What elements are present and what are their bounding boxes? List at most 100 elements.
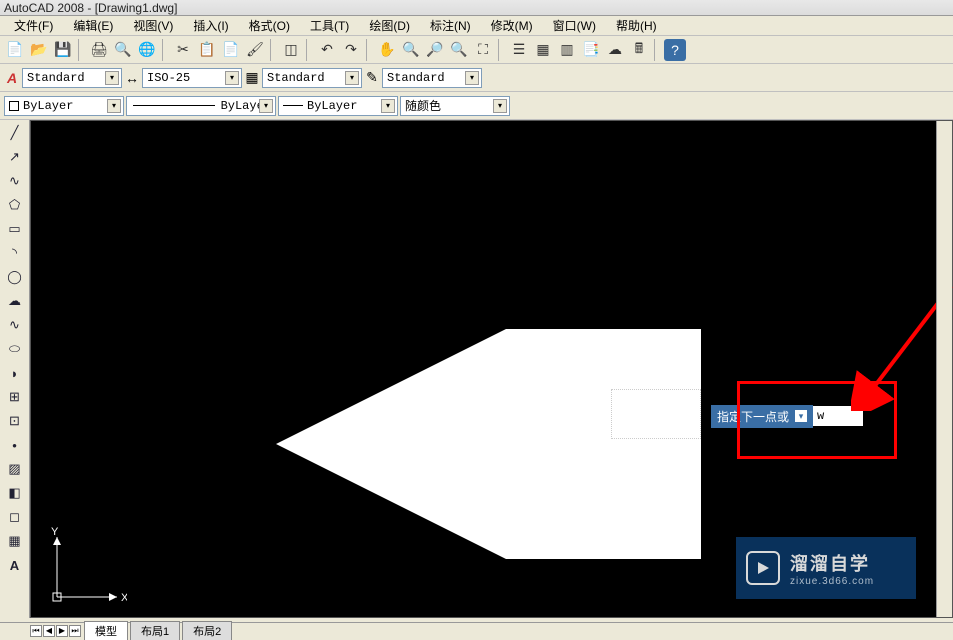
polygon-button[interactable]: ⬠	[4, 194, 26, 216]
tool-palette-button[interactable]: ▥	[556, 39, 578, 61]
separator	[162, 39, 168, 61]
sheet-set-button[interactable]: 📑	[580, 39, 602, 61]
open-button[interactable]: 📂	[28, 39, 50, 61]
preview-button[interactable]: 🔍	[112, 39, 134, 61]
insert-block-button[interactable]: ⊞	[4, 386, 26, 408]
region-button[interactable]: ◻	[4, 506, 26, 528]
separator	[78, 39, 84, 61]
properties-button[interactable]: ☰	[508, 39, 530, 61]
dim-style-value: ISO-25	[147, 71, 190, 85]
down-arrow-icon: ▾	[795, 410, 807, 422]
standard-toolbar: 📄 📂 💾 🖨 🔍 🌐 ✂ 📋 📄 🖌 ◫ ↶ ↷ ✋ 🔍 🔎 🔍 ⛶ ☰ ▦ …	[0, 36, 953, 64]
hatch-button[interactable]: ▨	[4, 458, 26, 480]
xline-button[interactable]: ↗	[4, 146, 26, 168]
mleader-style-combo[interactable]: Standard ▾	[382, 68, 482, 88]
zoom-window-button[interactable]: 🔎	[424, 39, 446, 61]
spline-button[interactable]: ∿	[4, 314, 26, 336]
table-button[interactable]: ▦	[4, 530, 26, 552]
watermark: 溜溜自学 zixue.3d66.com	[736, 537, 916, 599]
chevron-down-icon: ▾	[381, 99, 395, 113]
draw-toolbar: ╱ ↗ ∿ ⬠ ▭ ◝ ◯ ☁ ∿ ⬭ ◗ ⊞ ⊡ • ▨ ◧ ◻ ▦ A	[0, 120, 30, 618]
styles-toolbar: A Standard ▾ ↔ ISO-25 ▾ ▦ Standard ▾ ✎ S…	[0, 64, 953, 92]
ellipse-button[interactable]: ⬭	[4, 338, 26, 360]
menu-dim[interactable]: 标注(N)	[420, 16, 481, 35]
vertical-scrollbar[interactable]	[936, 121, 952, 617]
tab-first-button[interactable]: ⏮	[30, 625, 42, 637]
color-swatch-icon	[9, 101, 19, 111]
separator	[306, 39, 312, 61]
menu-format[interactable]: 格式(O)	[239, 16, 300, 35]
chevron-down-icon: ▾	[259, 99, 273, 113]
menu-modify[interactable]: 修改(M)	[481, 16, 543, 35]
dynamic-input-field[interactable]	[813, 406, 863, 426]
dynamic-input: 指定下一点或 ▾	[711, 406, 863, 426]
chevron-down-icon: ▾	[345, 71, 359, 85]
menu-view[interactable]: 视图(V)	[123, 16, 183, 35]
tab-prev-button[interactable]: ◀	[43, 625, 55, 637]
new-button[interactable]: 📄	[4, 39, 26, 61]
workspace: ╱ ↗ ∿ ⬠ ▭ ◝ ◯ ☁ ∿ ⬭ ◗ ⊞ ⊡ • ▨ ◧ ◻ ▦ A 指定…	[0, 120, 953, 618]
text-style-combo[interactable]: Standard ▾	[22, 68, 122, 88]
menu-draw[interactable]: 绘图(D)	[359, 16, 420, 35]
undo-button[interactable]: ↶	[316, 39, 338, 61]
pline-button[interactable]: ∿	[4, 170, 26, 192]
print-button[interactable]: 🖨	[88, 39, 110, 61]
dim-style-combo[interactable]: ISO-25 ▾	[142, 68, 242, 88]
rectangle-button[interactable]: ▭	[4, 218, 26, 240]
menu-help[interactable]: 帮助(H)	[606, 16, 667, 35]
tab-layout1[interactable]: 布局1	[130, 621, 180, 640]
chevron-down-icon: ▾	[465, 71, 479, 85]
table-style-icon: ▦	[244, 70, 260, 86]
menu-insert[interactable]: 插入(I)	[183, 16, 238, 35]
circle-button[interactable]: ◯	[4, 266, 26, 288]
gradient-button[interactable]: ◧	[4, 482, 26, 504]
menu-window[interactable]: 窗口(W)	[543, 16, 606, 35]
menu-file[interactable]: 文件(F)	[4, 16, 63, 35]
watermark-url: zixue.3d66.com	[790, 576, 874, 587]
lineweight-value: ByLayer	[307, 99, 357, 113]
menu-bar: 文件(F) 编辑(E) 视图(V) 插入(I) 格式(O) 工具(T) 绘图(D…	[0, 16, 953, 36]
tab-next-button[interactable]: ▶	[56, 625, 68, 637]
arc-button[interactable]: ◝	[4, 242, 26, 264]
ellipse-arc-button[interactable]: ◗	[4, 362, 26, 384]
block-button[interactable]: ◫	[280, 39, 302, 61]
plot-style-combo[interactable]: 随颜色 ▾	[400, 96, 510, 116]
drawing-area[interactable]: 指定下一点或 ▾ X Y	[30, 120, 953, 618]
dynamic-prompt-label: 指定下一点或 ▾	[711, 405, 813, 428]
calc-button[interactable]: 🖩	[628, 39, 650, 61]
color-combo[interactable]: ByLayer ▾	[4, 96, 124, 116]
cut-button[interactable]: ✂	[172, 39, 194, 61]
help-button[interactable]: ?	[664, 39, 686, 61]
lineweight-combo[interactable]: ByLayer ▾	[278, 96, 398, 116]
mleader-style-icon: ✎	[364, 70, 380, 86]
tab-last-button[interactable]: ⏭	[69, 625, 81, 637]
paste-button[interactable]: 📄	[220, 39, 242, 61]
linetype-combo[interactable]: ByLayer ▾	[126, 96, 276, 116]
menu-tools[interactable]: 工具(T)	[300, 16, 359, 35]
mtext-button[interactable]: A	[4, 554, 26, 576]
zoom-ext-button[interactable]: ⛶	[472, 39, 494, 61]
dc-button[interactable]: ▦	[532, 39, 554, 61]
publish-button[interactable]: 🌐	[136, 39, 158, 61]
redo-button[interactable]: ↷	[340, 39, 362, 61]
make-block-button[interactable]: ⊡	[4, 410, 26, 432]
separator	[366, 39, 372, 61]
zoom-rt-button[interactable]: 🔍	[400, 39, 422, 61]
dynamic-prompt-text: 指定下一点或	[717, 408, 789, 425]
menu-edit[interactable]: 编辑(E)	[63, 16, 123, 35]
text-style-icon: A	[4, 70, 20, 86]
tab-layout2[interactable]: 布局2	[182, 621, 232, 640]
copy-button[interactable]: 📋	[196, 39, 218, 61]
point-button[interactable]: •	[4, 434, 26, 456]
line-button[interactable]: ╱	[4, 122, 26, 144]
markup-button[interactable]: ☁	[604, 39, 626, 61]
chevron-down-icon: ▾	[107, 99, 121, 113]
zoom-prev-button[interactable]: 🔍	[448, 39, 470, 61]
separator	[270, 39, 276, 61]
table-style-combo[interactable]: Standard ▾	[262, 68, 362, 88]
pan-button[interactable]: ✋	[376, 39, 398, 61]
match-button[interactable]: 🖌	[244, 39, 266, 61]
tab-model[interactable]: 模型	[84, 621, 128, 640]
revcloud-button[interactable]: ☁	[4, 290, 26, 312]
save-button[interactable]: 💾	[52, 39, 74, 61]
